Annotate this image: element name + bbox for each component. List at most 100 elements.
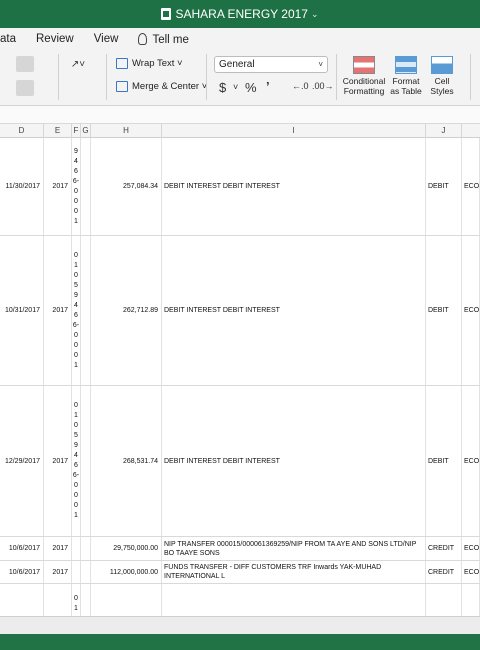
cell-description[interactable] bbox=[162, 584, 426, 616]
cell-g[interactable] bbox=[81, 537, 91, 560]
align-top-icon[interactable] bbox=[0, 56, 12, 72]
account-digit: 6 bbox=[74, 462, 78, 469]
cell-g[interactable] bbox=[81, 386, 91, 536]
currency-button[interactable]: $ bbox=[219, 80, 226, 95]
align-bottom-icon[interactable] bbox=[36, 56, 54, 72]
cell-f[interactable]: 01 bbox=[72, 584, 81, 616]
cell-k[interactable]: ECO bbox=[462, 386, 480, 536]
cell-description[interactable]: FUNDS TRANSFER - DIFF CUSTOMERS TRF Inwa… bbox=[162, 561, 426, 583]
align-right-icon[interactable] bbox=[36, 80, 54, 96]
cell-date-text: 10/6/2017 bbox=[8, 545, 40, 552]
decrease-decimal-icon[interactable]: .00→ bbox=[312, 81, 334, 91]
conditional-formatting-icon bbox=[353, 56, 375, 74]
tab-view[interactable]: View bbox=[94, 33, 119, 45]
cell-k[interactable]: ECO bbox=[462, 537, 480, 560]
comma-style-button[interactable]: ’ bbox=[266, 79, 270, 94]
cell-year[interactable]: 2017 bbox=[44, 236, 72, 385]
orientation-icon[interactable]: ↗˅ bbox=[64, 56, 92, 72]
cell-year[interactable]: 2017 bbox=[44, 386, 72, 536]
column-headers: D E F G H I J bbox=[0, 124, 480, 138]
account-digit: 4 bbox=[74, 157, 78, 165]
cell-k[interactable]: ECO bbox=[462, 138, 480, 235]
account-digit: 0 bbox=[74, 482, 78, 489]
cell-k[interactable]: ECO bbox=[462, 561, 480, 583]
cell-g[interactable] bbox=[81, 236, 91, 385]
status-bar bbox=[0, 634, 480, 650]
cell-year[interactable]: 2017 bbox=[44, 138, 72, 235]
cell-g[interactable] bbox=[81, 584, 91, 616]
cell-description-text: NIP TRANSFER 000015/000061369259/NIP FRO… bbox=[164, 540, 417, 557]
account-digit: 9 bbox=[74, 291, 78, 299]
tab-review[interactable]: Review bbox=[36, 33, 74, 45]
chevron-down-icon[interactable]: ˅ bbox=[233, 82, 238, 92]
tell-me-search[interactable]: Tell me bbox=[138, 32, 189, 46]
cell-year[interactable]: 2017 bbox=[44, 537, 72, 560]
conditional-formatting-button[interactable]: Conditional Formatting bbox=[341, 56, 387, 96]
cell-date[interactable] bbox=[0, 584, 44, 616]
cell-amount[interactable]: 29,750,000.00 bbox=[91, 537, 162, 560]
cell-f[interactable] bbox=[72, 561, 81, 583]
column-header-d[interactable]: D bbox=[0, 124, 44, 138]
align-center-icon[interactable] bbox=[16, 80, 34, 96]
cell-description[interactable]: DEBIT INTEREST DEBIT INTEREST bbox=[162, 236, 426, 385]
increase-decimal-icon[interactable]: ←.0 bbox=[292, 81, 309, 91]
merge-center-icon bbox=[116, 81, 128, 92]
column-header-i[interactable]: I bbox=[162, 124, 426, 138]
cell-date[interactable]: 12/29/2017 bbox=[0, 386, 44, 536]
cell-k[interactable] bbox=[462, 584, 480, 616]
increase-indent-icon[interactable] bbox=[84, 80, 102, 96]
percent-button[interactable]: % bbox=[245, 80, 257, 95]
cell-g[interactable] bbox=[81, 138, 91, 235]
column-header-j[interactable]: J bbox=[426, 124, 462, 138]
cell-f[interactable]: 0 1 0 5 9 4 6 6- 0 0 0 1 bbox=[72, 236, 81, 385]
spreadsheet-grid[interactable]: D E F G H I J 11/30/2017 2017 9 4 6 6- 0 0 0 1 257… bbox=[0, 124, 480, 616]
align-middle-icon[interactable] bbox=[16, 56, 34, 72]
cell-type[interactable]: DEBIT bbox=[426, 386, 462, 536]
formula-bar-area bbox=[0, 106, 480, 124]
cell-type[interactable]: CREDIT bbox=[426, 537, 462, 560]
number-format-select[interactable]: General ˅ bbox=[214, 56, 328, 73]
cell-description[interactable]: DEBIT INTEREST DEBIT INTEREST bbox=[162, 138, 426, 235]
cell-year[interactable]: 2017 bbox=[44, 561, 72, 583]
cell-date[interactable]: 10/31/2017 bbox=[0, 236, 44, 385]
cell-date[interactable]: 10/6/2017 bbox=[0, 537, 44, 560]
chevron-down-icon[interactable]: ⌄ bbox=[311, 9, 319, 20]
cell-amount[interactable]: 257,084.34 bbox=[91, 138, 162, 235]
cell-styles-button[interactable]: Cell Styles bbox=[426, 56, 458, 96]
cell-k[interactable]: ECO bbox=[462, 236, 480, 385]
format-as-table-button[interactable]: Format as Table bbox=[388, 56, 424, 96]
cell-amount[interactable]: 268,531.74 bbox=[91, 386, 162, 536]
cell-amount[interactable]: 112,000,000.00 bbox=[91, 561, 162, 583]
table-row: 11/30/2017 2017 9 4 6 6- 0 0 0 1 257,084.34 DEBIT I… bbox=[0, 138, 480, 236]
cell-date[interactable]: 10/6/2017 bbox=[0, 561, 44, 583]
cell-f[interactable]: 0 1 0 5 9 4 6 6- 0 0 0 1 bbox=[72, 386, 81, 536]
column-header-h[interactable]: H bbox=[91, 124, 162, 138]
decrease-indent-icon[interactable] bbox=[64, 80, 82, 96]
column-header-f[interactable]: F bbox=[72, 124, 81, 138]
align-left-icon[interactable] bbox=[0, 80, 12, 96]
cell-description[interactable]: NIP TRANSFER 000015/000061369259/NIP FRO… bbox=[162, 537, 426, 560]
cell-type[interactable]: CREDIT bbox=[426, 561, 462, 583]
cs-label-2: Styles bbox=[430, 85, 454, 96]
column-header-g[interactable]: G bbox=[81, 124, 91, 138]
cell-f[interactable]: 9 4 6 6- 0 0 0 1 bbox=[72, 138, 81, 235]
cell-description[interactable]: DEBIT INTEREST DEBIT INTEREST bbox=[162, 386, 426, 536]
cell-type-text: CREDIT bbox=[428, 545, 455, 552]
account-digit: 9 bbox=[74, 147, 78, 155]
merge-center-button[interactable]: Merge & Center ˅ bbox=[116, 81, 207, 92]
cell-date[interactable]: 11/30/2017 bbox=[0, 138, 44, 235]
cell-type[interactable]: DEBIT bbox=[426, 138, 462, 235]
cell-g[interactable] bbox=[81, 561, 91, 583]
cell-type[interactable] bbox=[426, 584, 462, 616]
cell-amount[interactable] bbox=[91, 584, 162, 616]
cell-type[interactable]: DEBIT bbox=[426, 236, 462, 385]
cell-f[interactable] bbox=[72, 537, 81, 560]
tab-data[interactable]: ata bbox=[0, 33, 16, 45]
cell-year-text: 2017 bbox=[52, 568, 68, 576]
column-header-k[interactable] bbox=[462, 124, 480, 138]
column-header-e[interactable]: E bbox=[44, 124, 72, 138]
cell-year[interactable] bbox=[44, 584, 72, 616]
account-digit: 0 bbox=[74, 187, 78, 195]
cell-amount[interactable]: 262,712.89 bbox=[91, 236, 162, 385]
wrap-text-button[interactable]: Wrap Text ˅ bbox=[116, 58, 183, 69]
